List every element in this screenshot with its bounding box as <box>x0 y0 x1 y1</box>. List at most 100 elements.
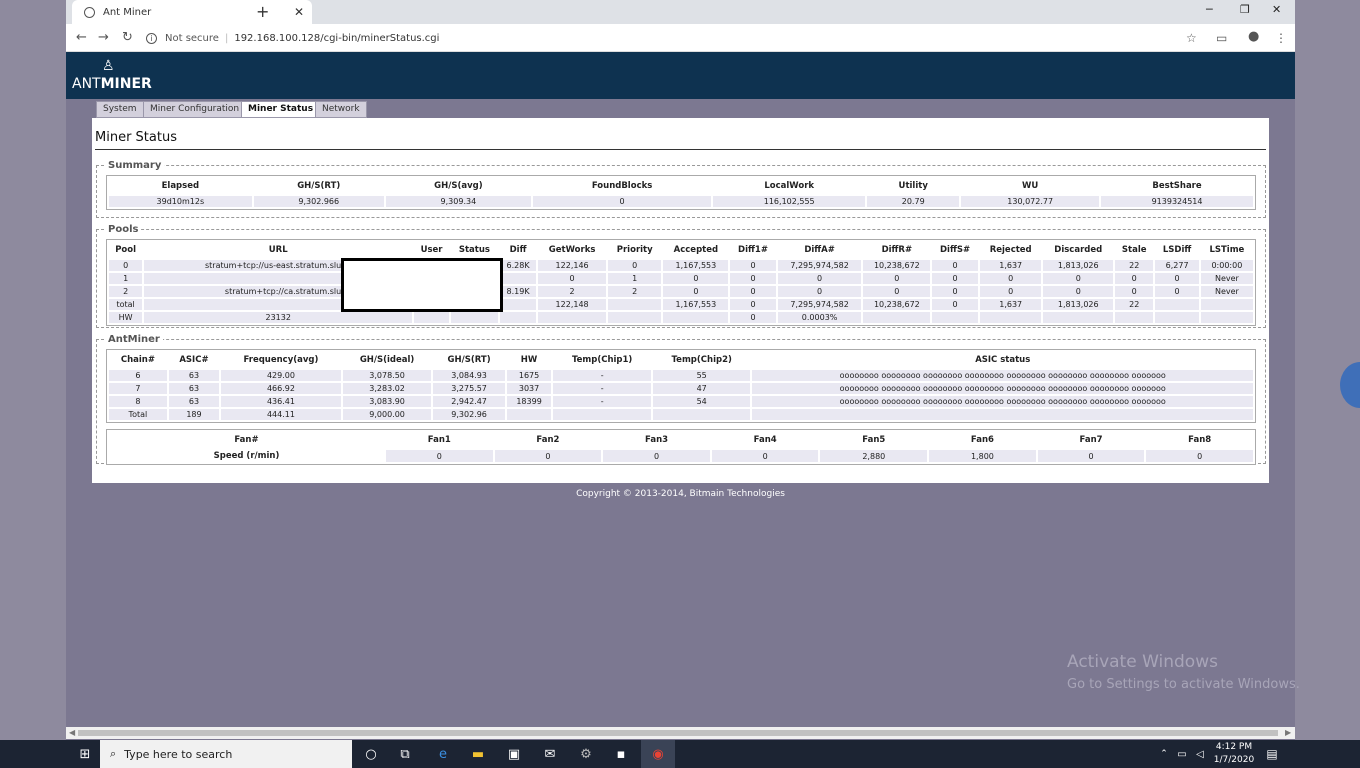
fan-cell: 0 <box>711 450 819 462</box>
tab-miner-configuration[interactable]: Miner Configuration <box>143 101 247 118</box>
notification-icon[interactable]: ▤ <box>1262 740 1282 768</box>
chain-cell: 18399 <box>506 396 552 407</box>
tray-chevron-icon[interactable]: ⌃ <box>1156 740 1172 768</box>
scroll-right-icon[interactable]: ▶ <box>1285 728 1291 737</box>
summary-cell: 130,072.77 <box>961 196 1100 207</box>
mail-icon[interactable]: ✉ <box>534 740 566 768</box>
chrome-icon[interactable]: ◉ <box>641 740 675 768</box>
cast-icon[interactable]: ▭ <box>1216 31 1227 45</box>
pool-cell: 7,295,974,582 <box>777 260 862 271</box>
minimize-icon[interactable]: ─ <box>1206 3 1213 16</box>
fan-header: Fan# <box>234 435 259 445</box>
pool-cell <box>1155 312 1199 323</box>
address-bar: ← → ↻ i Not secure | 192.168.100.128/cgi… <box>66 24 1295 52</box>
separator: | <box>224 32 229 44</box>
pool-cell <box>499 312 537 323</box>
pool-cell: 0 <box>979 286 1042 297</box>
file-explorer-icon[interactable]: ▬ <box>462 740 494 768</box>
cortana-icon[interactable]: ○ <box>356 740 386 768</box>
chain-cell: 47 <box>652 383 751 394</box>
pool-cell: 0 <box>730 273 776 284</box>
taskbar: ⊞ ⌕ Type here to search ○ ⧉ e ▬ ▣ ✉ ⚙ ▪ … <box>0 740 1360 768</box>
pool-cell: 0 <box>730 286 776 297</box>
not-secure-label: Not secure <box>165 32 219 44</box>
scrollbar-thumb[interactable] <box>78 730 1278 736</box>
pool-cell: 0.0003% <box>777 312 862 323</box>
chain-cell: 3,283.02 <box>342 383 432 394</box>
tab-system[interactable]: System <box>96 101 144 118</box>
fan-header: Fan3 <box>645 435 669 445</box>
scroll-left-icon[interactable]: ◀ <box>69 728 75 737</box>
pool-cell <box>932 312 978 323</box>
network-icon[interactable]: ▭ <box>1174 740 1190 768</box>
pool-cell: 1 <box>608 273 662 284</box>
new-tab-button[interactable]: + <box>256 2 269 21</box>
pools-table: Pool URL User Status Diff GetWorks Priority Acc… <box>107 240 1255 325</box>
chain-header: Frequency(avg) <box>243 355 319 365</box>
chain-cell: 3,275.57 <box>433 383 505 394</box>
summary-cell: 9,309.34 <box>385 196 531 207</box>
pool-cell: Never <box>1200 273 1253 284</box>
store-icon[interactable]: ▣ <box>498 740 530 768</box>
reload-icon[interactable]: ↻ <box>122 30 133 45</box>
fan-header: Fan7 <box>1079 435 1103 445</box>
url-field[interactable]: i Not secure | 192.168.100.128/cgi-bin/m… <box>146 27 1206 49</box>
task-view-icon[interactable]: ⧉ <box>390 740 420 768</box>
pool-cell: 6,277 <box>1155 260 1199 271</box>
close-tab-icon[interactable]: ✕ <box>294 5 304 19</box>
fan-cell: 0 <box>1146 450 1253 462</box>
pool-header: Accepted <box>673 245 719 255</box>
pool-cell: 0 <box>1115 286 1154 297</box>
star-icon[interactable]: ☆ <box>1186 31 1197 45</box>
pool-header: Diff <box>509 245 527 255</box>
volume-icon[interactable]: ◁ <box>1192 740 1208 768</box>
summary-header: BestShare <box>1152 181 1202 191</box>
chain-cell: 2,942.47 <box>433 396 505 407</box>
horizontal-scrollbar[interactable]: ◀ ▶ <box>66 727 1295 739</box>
taskbar-search[interactable]: ⌕ Type here to search <box>100 740 352 768</box>
fan-cell: 0 <box>1037 450 1145 462</box>
forward-icon[interactable]: → <box>98 30 109 45</box>
browser-tab[interactable]: Ant Miner ✕ <box>72 0 312 24</box>
summary-cell: 9,302.966 <box>253 196 384 207</box>
terminal-icon[interactable]: ▪ <box>605 740 637 768</box>
fan-cell: 1,800 <box>929 450 1036 462</box>
fans-table: Fan# Fan1 Fan2 Fan3 Fan4 Fan5 Fan6 Fan7 Fan8 Spee… <box>107 430 1255 464</box>
pool-cell: 1,637 <box>979 299 1042 310</box>
summary-cell: 20.79 <box>867 196 960 207</box>
desktop-left <box>0 0 66 740</box>
chain-cell: 3,078.50 <box>342 370 432 381</box>
tab-miner-status[interactable]: Miner Status <box>241 101 321 118</box>
chain-cell: 54 <box>652 396 751 407</box>
clock[interactable]: 4:12 PM 1/7/2020 <box>1212 741 1256 767</box>
chains-table: Chain# ASIC# Frequency(avg) GH/S(ideal) GH/S… <box>107 350 1255 422</box>
fan-cell: Speed (r/min) <box>109 450 384 462</box>
chain-cell: 63 <box>168 396 220 407</box>
app-icon[interactable]: ⚙ <box>570 740 602 768</box>
pool-cell: 122,146 <box>538 260 606 271</box>
chain-cell: 1675 <box>506 370 552 381</box>
back-icon[interactable]: ← <box>76 30 87 45</box>
summary-cell: 116,102,555 <box>713 196 866 207</box>
close-window-icon[interactable]: ✕ <box>1272 3 1281 16</box>
maximize-icon[interactable]: ❐ <box>1240 3 1250 16</box>
menu-icon[interactable]: ⋮ <box>1275 31 1287 45</box>
pool-header: DiffA# <box>804 245 835 255</box>
windows-start-icon[interactable]: ⊞ <box>70 740 100 768</box>
tab-network[interactable]: Network <box>315 101 367 118</box>
info-icon[interactable]: i <box>146 32 157 44</box>
pool-cell: total <box>109 299 143 310</box>
summary-header: WU <box>1022 181 1039 191</box>
summary-cell: 9139324514 <box>1101 196 1253 207</box>
pool-cell: HW <box>109 312 143 323</box>
chain-header: ASIC status <box>975 355 1031 365</box>
redaction-box <box>341 258 503 312</box>
profile-icon[interactable]: ● <box>1248 29 1259 44</box>
edge-icon[interactable]: e <box>427 740 459 768</box>
table-row: Total 189 444.11 9,000.00 9,302.96 <box>109 409 1253 420</box>
chain-cell: 436.41 <box>221 396 341 407</box>
pools-legend: Pools <box>108 224 139 235</box>
title-divider <box>95 149 1266 150</box>
pool-cell <box>1200 299 1253 310</box>
pool-header: GetWorks <box>548 245 596 255</box>
